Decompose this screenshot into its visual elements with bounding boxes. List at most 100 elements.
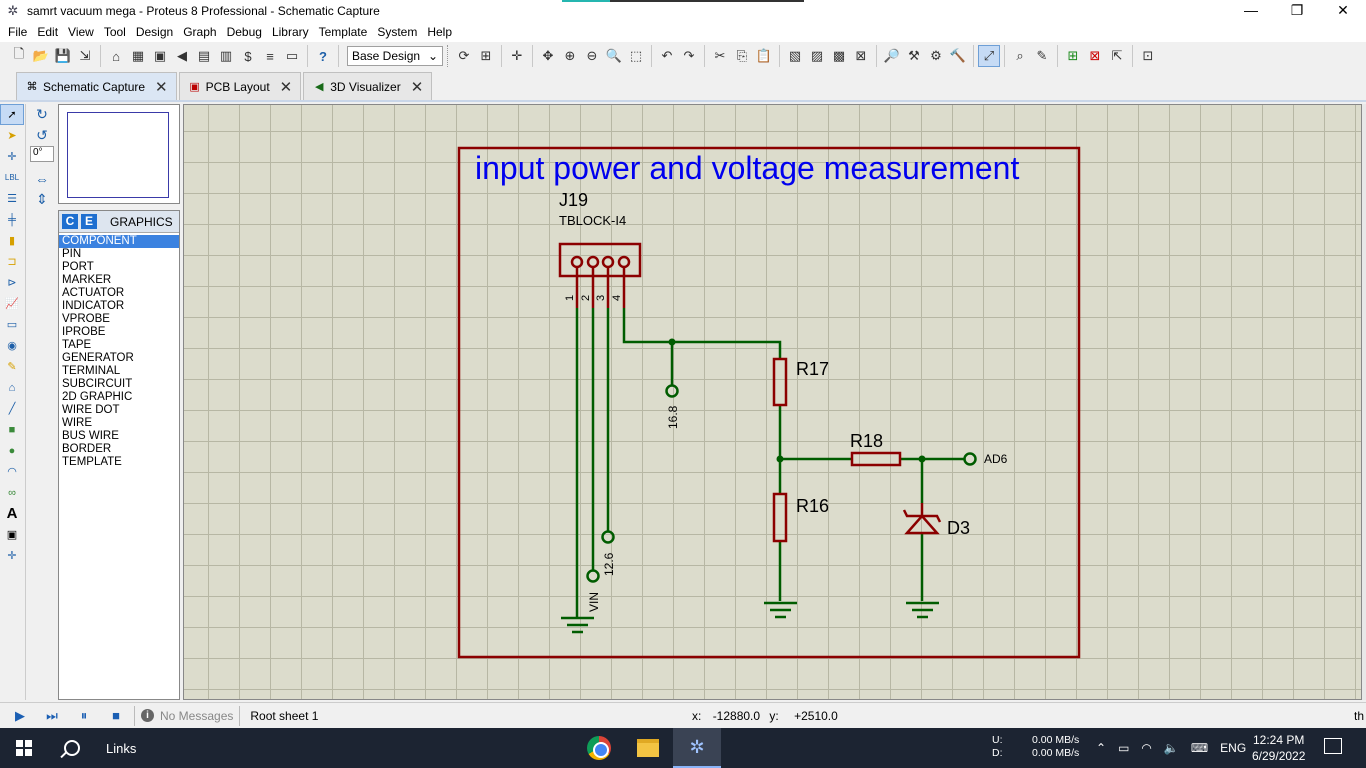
netlist-icon[interactable]: ≡ [259, 45, 281, 67]
block-move-icon[interactable]: ▨ [806, 45, 828, 67]
graph-icon[interactable]: 📈 [0, 293, 24, 314]
pcb-icon[interactable]: ▣ [149, 45, 171, 67]
save-icon[interactable]: 💾 [52, 45, 74, 67]
arc-icon[interactable]: ◠ [0, 461, 24, 482]
pick-button[interactable]: C [62, 214, 78, 229]
device-pins-icon[interactable]: ⊳ [0, 272, 24, 293]
decompose-icon[interactable]: 🔨 [947, 45, 969, 67]
marker-icon[interactable]: ✛ [0, 545, 24, 566]
tab-schematic-capture[interactable]: ⌘ Schematic Capture ✕ [16, 72, 177, 100]
gallery-icon[interactable]: ▤ [193, 45, 215, 67]
list-item[interactable]: INDICATOR [59, 300, 179, 313]
j19-ref-label[interactable]: J19 [559, 190, 588, 210]
taskbar-search[interactable]: Links [56, 728, 136, 768]
play-icon[interactable]: ▶ [8, 706, 32, 726]
new-file-icon[interactable]: 🗋 [8, 45, 30, 67]
wifi-icon[interactable]: ◠ [1141, 741, 1151, 755]
close-icon[interactable]: ✕ [411, 78, 424, 96]
zoom-out-icon[interactable]: ⊖ [581, 45, 603, 67]
box-icon[interactable]: ■ [0, 419, 24, 440]
minimize-button[interactable]: — [1228, 0, 1274, 22]
vin-terminal[interactable] [586, 569, 600, 583]
step-icon[interactable]: ⏭ [40, 706, 64, 726]
refresh-icon[interactable]: ⟳ [453, 45, 475, 67]
r18-resistor[interactable] [850, 451, 902, 467]
list-item[interactable]: PORT [59, 261, 179, 274]
list-item[interactable]: WIRE DOT [59, 404, 179, 417]
list-item[interactable]: TAPE [59, 339, 179, 352]
selection-mode-icon[interactable]: ➚ [0, 104, 24, 125]
voltage-probe-icon[interactable]: ✎ [0, 356, 24, 377]
clock[interactable]: 12:24 PM 6/29/2022 [1252, 732, 1305, 764]
start-button[interactable] [0, 728, 48, 768]
origin-icon[interactable]: ✛ [506, 45, 528, 67]
pick-device-icon[interactable]: 🔎 [881, 45, 903, 67]
list-item[interactable]: 2D GRAPHIC [59, 391, 179, 404]
open-folder-icon[interactable]: 📂 [30, 45, 52, 67]
j19-pin-4[interactable] [617, 255, 631, 269]
block-copy-icon[interactable]: ▧ [784, 45, 806, 67]
d3-zener-diode[interactable] [902, 503, 942, 535]
menu-debug[interactable]: Debug [222, 25, 267, 39]
pause-icon[interactable]: ⏸ [72, 706, 96, 726]
wire-autorouter-icon[interactable]: ⤢ [978, 45, 1000, 67]
junction-dot-icon[interactable]: ✛ [0, 146, 24, 167]
menu-file[interactable]: File [3, 25, 32, 39]
menu-edit[interactable]: Edit [32, 25, 63, 39]
wire-label-icon[interactable]: LBL [0, 167, 24, 188]
symbol-icon[interactable]: ▣ [0, 524, 24, 545]
make-device-icon[interactable]: ⚒ [903, 45, 925, 67]
rotation-angle-input[interactable]: 0° [30, 146, 54, 162]
cut-icon[interactable]: ✂ [709, 45, 731, 67]
circle-icon[interactable]: ● [0, 440, 24, 461]
j19-pin-3[interactable] [601, 255, 615, 269]
paste-icon[interactable]: 📋 [753, 45, 775, 67]
menu-library[interactable]: Library [267, 25, 314, 39]
rotate-anticlockwise-icon[interactable]: ↺ [28, 125, 56, 146]
menu-view[interactable]: View [63, 25, 99, 39]
undo-icon[interactable]: ↶ [656, 45, 678, 67]
pan-icon[interactable]: ✥ [537, 45, 559, 67]
r17-resistor[interactable] [772, 357, 788, 407]
list-item[interactable]: BORDER [59, 443, 179, 456]
list-item[interactable]: TEMPLATE [59, 456, 179, 469]
chevron-up-icon[interactable]: ⌃ [1096, 741, 1106, 755]
explorer-taskbar-app[interactable] [624, 728, 672, 768]
line-icon[interactable]: ╱ [0, 398, 24, 419]
ad6-terminal[interactable] [963, 452, 977, 466]
text-icon[interactable]: A [0, 503, 24, 524]
menu-tool[interactable]: Tool [99, 25, 131, 39]
home-icon[interactable]: ⌂ [105, 45, 127, 67]
list-item[interactable]: WIRE [59, 417, 179, 430]
language-indicator[interactable]: ENG [1220, 741, 1246, 755]
new-sheet-icon[interactable]: ⊞ [1062, 45, 1084, 67]
remove-sheet-icon[interactable]: ⊠ [1084, 45, 1106, 67]
design-select[interactable]: Base Design ⌄ [347, 46, 443, 66]
notes-icon[interactable]: ▭ [281, 45, 303, 67]
block-delete-icon[interactable]: ⊠ [850, 45, 872, 67]
copy-icon[interactable]: ⎘ [731, 45, 753, 67]
j19-pin-1[interactable] [570, 255, 584, 269]
list-item[interactable]: PIN [59, 248, 179, 261]
zoom-area-icon[interactable]: ⬚ [625, 45, 647, 67]
text-script-icon[interactable]: ☰ [0, 188, 24, 209]
message-status[interactable]: i No Messages [141, 709, 233, 723]
generator-icon[interactable]: ◉ [0, 335, 24, 356]
block-rotate-icon[interactable]: ▩ [828, 45, 850, 67]
grid-icon[interactable]: ⊞ [475, 45, 497, 67]
list-item[interactable]: VPROBE [59, 313, 179, 326]
list-item[interactable]: BUS WIRE [59, 430, 179, 443]
list-item[interactable]: IPROBE [59, 326, 179, 339]
proteus-taskbar-app[interactable]: ✲ [673, 728, 721, 768]
tab-pcb-layout[interactable]: ▣ PCB Layout ✕ [178, 72, 302, 100]
chrome-taskbar-app[interactable] [575, 728, 623, 768]
mirror-x-icon[interactable]: ⇔ [28, 168, 56, 189]
close-button[interactable]: ✕ [1320, 0, 1366, 22]
list-item[interactable]: COMPONENT [59, 235, 179, 248]
back-icon[interactable]: ◀ [171, 45, 193, 67]
overview-window[interactable] [58, 104, 180, 204]
rotate-clockwise-icon[interactable]: ↻ [28, 104, 56, 125]
component-mode-icon[interactable]: ➤ [0, 125, 24, 146]
redo-icon[interactable]: ↷ [678, 45, 700, 67]
import-icon[interactable]: ⇲ [74, 45, 96, 67]
